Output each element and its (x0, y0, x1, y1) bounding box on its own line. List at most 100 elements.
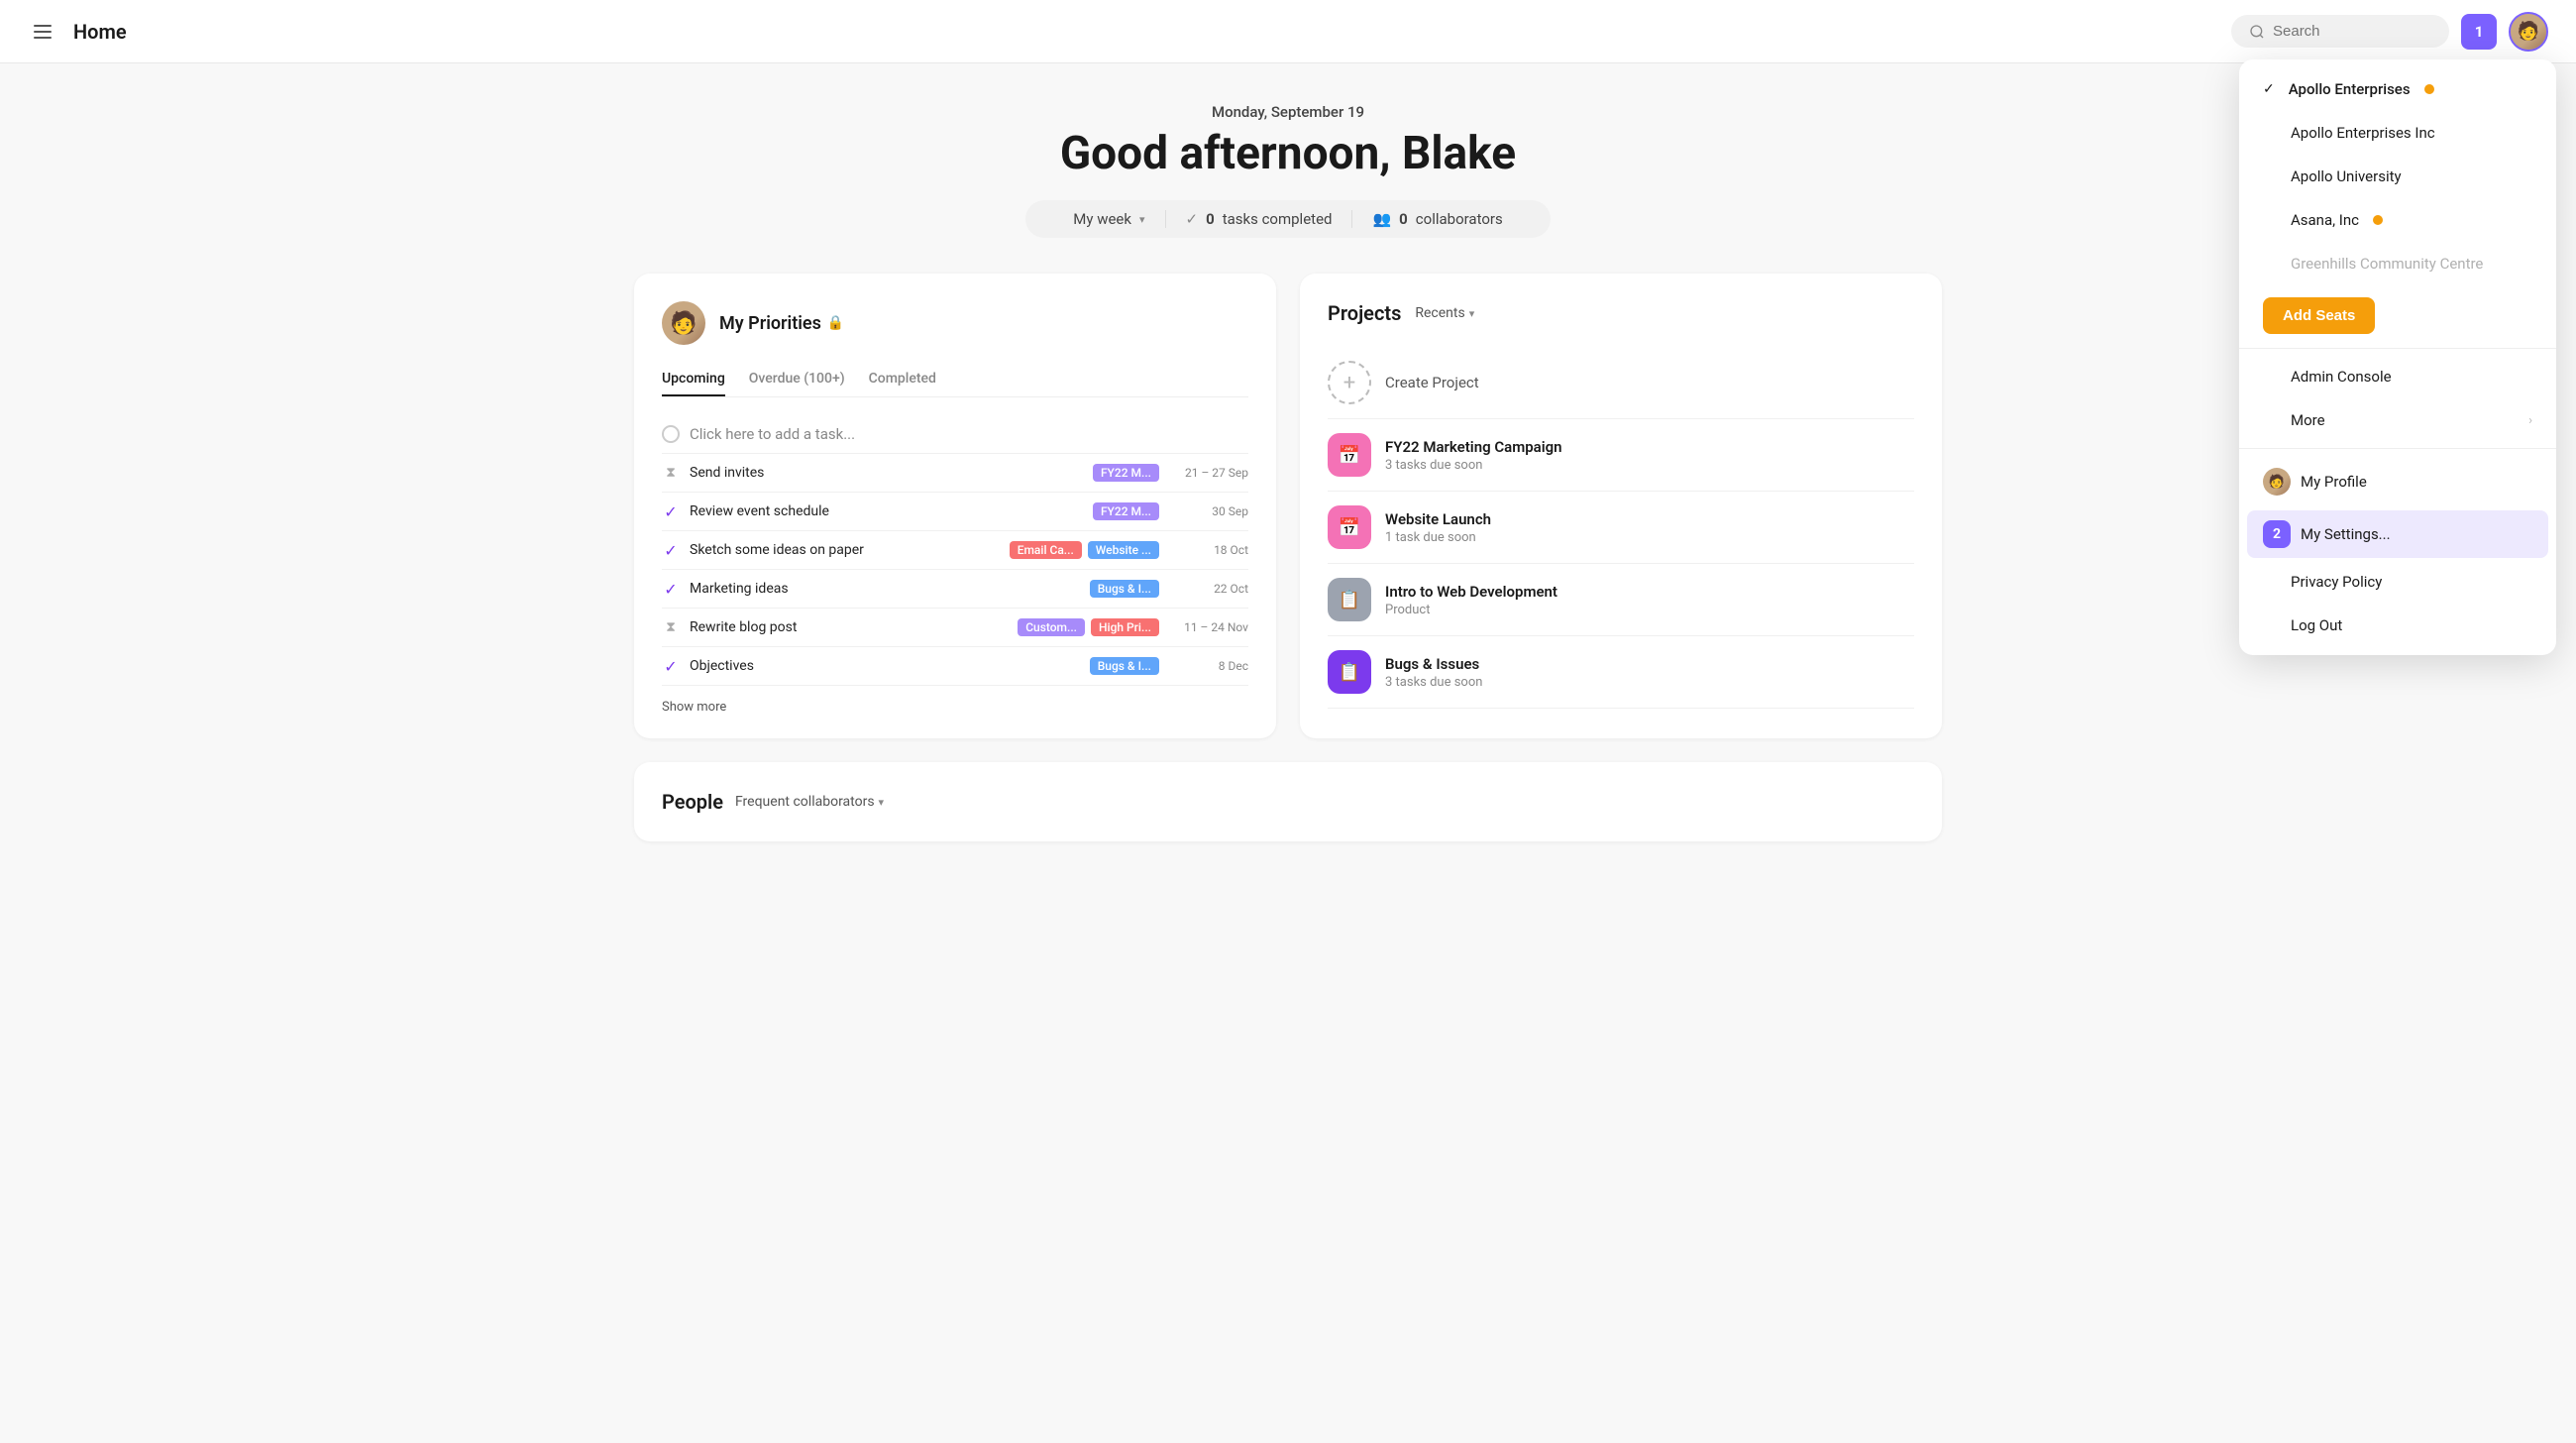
hourglass-icon: ⧗ (662, 618, 680, 636)
search-bar[interactable] (2231, 15, 2449, 48)
avatar-tiny: 🧑 (2263, 468, 2291, 496)
tab-completed[interactable]: Completed (869, 363, 936, 396)
project-subtitle: 3 tasks due soon (1385, 458, 1562, 473)
check-circle-icon: ✓ (662, 541, 680, 559)
topbar-right: 1 🧑 (2231, 12, 2548, 52)
hamburger-menu[interactable] (28, 19, 57, 45)
show-more-button[interactable]: Show more (662, 686, 1248, 719)
project-row[interactable]: 📋 Intro to Web Development Product (1328, 564, 1914, 636)
task-row[interactable]: ✓ Objectives Bugs & I... 8 Dec (662, 647, 1248, 686)
dropdown-menu: ✓ Apollo Enterprises Apollo Enterprises … (2239, 59, 2556, 655)
project-row[interactable]: 📅 FY22 Marketing Campaign 3 tasks due so… (1328, 419, 1914, 492)
task-row[interactable]: ✓ Marketing ideas Bugs & I... 22 Oct (662, 570, 1248, 609)
project-row[interactable]: 📋 Bugs & Issues 3 tasks due soon (1328, 636, 1914, 709)
more-label: More (2291, 411, 2325, 429)
task-row[interactable]: ✓ Review event schedule FY22 M... 30 Sep (662, 493, 1248, 531)
stats-bar: My week ▾ ✓ 0 tasks completed 👥 0 collab… (1025, 200, 1550, 238)
task-date: 18 Oct (1169, 543, 1248, 557)
greeting-date: Monday, September 19 (634, 103, 1942, 121)
collaborators-button[interactable]: Frequent collaborators ▾ (735, 794, 884, 810)
dropdown-item-greenhills[interactable]: Greenhills Community Centre (2239, 242, 2556, 285)
dropdown-item-more[interactable]: More › (2239, 398, 2556, 442)
avatar-button[interactable]: 🧑 (2509, 12, 2548, 52)
project-subtitle: 1 task due soon (1385, 530, 1491, 545)
dropdown-item-apollo-enterprises-inc[interactable]: Apollo Enterprises Inc (2239, 111, 2556, 155)
divider (2239, 348, 2556, 349)
two-columns: 🧑 My Priorities 🔒 Upcoming Overdue (100+… (634, 274, 1942, 738)
dropdown-item-my-settings[interactable]: 2 My Settings... (2247, 510, 2548, 558)
task-tags: Bugs & I... (1090, 580, 1159, 598)
dropdown-item-apollo-enterprises[interactable]: ✓ Apollo Enterprises (2239, 67, 2556, 111)
tasks-label: tasks completed (1223, 210, 1333, 228)
my-settings-label: My Settings... (2301, 525, 2391, 543)
project-name: Bugs & Issues (1385, 655, 1482, 673)
task-name: Marketing ideas (690, 581, 1080, 597)
dropdown-item-asana-inc[interactable]: Asana, Inc (2239, 198, 2556, 242)
collab-label: collaborators (1416, 210, 1503, 228)
add-circle-icon (662, 425, 680, 443)
avatar: 🧑 (2511, 14, 2546, 50)
main-content: Monday, September 19 Good afternoon, Bla… (594, 63, 1982, 841)
check-circle-icon: ✓ (662, 657, 680, 675)
task-tag: Email Ca... (1010, 541, 1082, 559)
task-tag: Custom... (1018, 618, 1085, 636)
tasks-count: 0 (1206, 210, 1215, 228)
task-tags: Email Ca... Website ... (1010, 541, 1159, 559)
projects-title: Projects (1328, 301, 1401, 325)
task-tag: FY22 M... (1093, 464, 1159, 482)
recents-button[interactable]: Recents ▾ (1415, 305, 1474, 321)
priorities-card: 🧑 My Priorities 🔒 Upcoming Overdue (100+… (634, 274, 1276, 738)
priorities-title: My Priorities 🔒 (719, 313, 844, 334)
collab-label: Frequent collaborators (735, 794, 875, 810)
project-info: FY22 Marketing Campaign 3 tasks due soon (1385, 438, 1562, 473)
tab-overdue[interactable]: Overdue (100+) (749, 363, 845, 396)
chevron-down-icon: ▾ (879, 796, 885, 809)
week-selector[interactable]: My week ▾ (1053, 210, 1165, 228)
task-tags: FY22 M... (1093, 464, 1159, 482)
dropdown-item-privacy-policy[interactable]: Privacy Policy (2239, 560, 2556, 604)
project-name: Intro to Web Development (1385, 583, 1557, 601)
people-card: People Frequent collaborators ▾ (634, 762, 1942, 841)
dropdown-label: Apollo Enterprises Inc (2291, 124, 2435, 142)
num-badge: 2 (2263, 520, 2291, 548)
check-circle-icon: ✓ (662, 502, 680, 520)
project-icon: 📋 (1328, 578, 1371, 621)
week-label: My week (1073, 210, 1131, 228)
chevron-down-icon: ▾ (1469, 307, 1475, 320)
topbar-left: Home (28, 19, 127, 45)
task-name: Send invites (690, 465, 1083, 481)
create-project-row[interactable]: + Create Project (1328, 347, 1914, 419)
task-date: 21 – 27 Sep (1169, 466, 1248, 480)
project-icon: 📅 (1328, 505, 1371, 549)
my-profile-label: My Profile (2301, 473, 2367, 491)
dropdown-item-apollo-university[interactable]: Apollo University (2239, 155, 2556, 198)
status-dot (2373, 215, 2383, 225)
chevron-right-icon: › (2528, 413, 2532, 428)
greeting-title: Good afternoon, Blake (634, 127, 1942, 180)
task-row[interactable]: ✓ Sketch some ideas on paper Email Ca...… (662, 531, 1248, 570)
project-icon: 📋 (1328, 650, 1371, 694)
collaborators-stat: 👥 0 collaborators (1352, 210, 1522, 228)
people-header: People Frequent collaborators ▾ (662, 790, 1914, 814)
add-task-row[interactable]: Click here to add a task... (662, 415, 1248, 454)
task-tag: FY22 M... (1093, 502, 1159, 520)
project-row[interactable]: 📅 Website Launch 1 task due soon (1328, 492, 1914, 564)
project-subtitle: 3 tasks due soon (1385, 675, 1482, 690)
dropdown-item-admin-console[interactable]: Admin Console (2239, 355, 2556, 398)
task-row[interactable]: ⧗ Send invites FY22 M... 21 – 27 Sep (662, 454, 1248, 493)
recents-label: Recents (1415, 305, 1464, 321)
user-avatar: 🧑 (662, 301, 705, 345)
tab-upcoming[interactable]: Upcoming (662, 363, 725, 396)
task-tag: Website ... (1088, 541, 1159, 559)
add-seats-button[interactable]: Add Seats (2263, 297, 2375, 334)
notification-badge[interactable]: 1 (2461, 14, 2497, 50)
privacy-policy-label: Privacy Policy (2291, 573, 2382, 591)
project-subtitle: Product (1385, 603, 1557, 617)
task-tags: Bugs & I... (1090, 657, 1159, 675)
dropdown-item-my-profile[interactable]: 🧑 My Profile (2239, 455, 2556, 508)
search-input[interactable] (2273, 23, 2412, 40)
tasks-completed-stat: ✓ 0 tasks completed (1166, 210, 1353, 228)
dropdown-item-log-out[interactable]: Log Out (2239, 604, 2556, 647)
task-date: 30 Sep (1169, 504, 1248, 518)
task-row[interactable]: ⧗ Rewrite blog post Custom... High Pri..… (662, 609, 1248, 647)
